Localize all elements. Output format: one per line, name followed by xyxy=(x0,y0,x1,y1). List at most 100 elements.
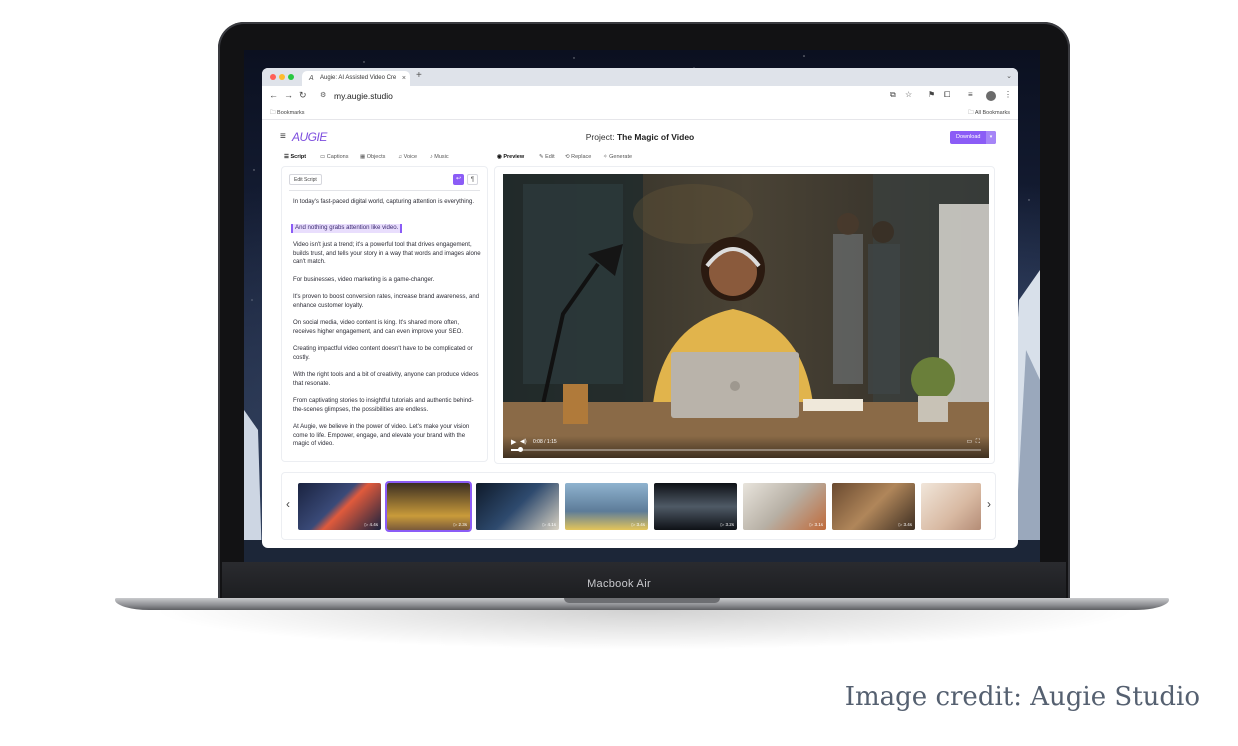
timeline-next-chevron-icon[interactable]: › xyxy=(987,497,991,511)
back-arrow-icon[interactable]: ← xyxy=(269,90,278,100)
scene-thumbnail[interactable]: ▷ 4.1s xyxy=(476,483,559,530)
tab-replace[interactable]: ⟲ Replace xyxy=(565,154,591,160)
browser-tab[interactable]: A Augie: AI Assisted Video Cre × xyxy=(302,71,410,86)
scene-thumbnail[interactable]: ▷ 3.2s xyxy=(654,483,737,530)
tab-title: Augie: AI Assisted Video Cre xyxy=(320,75,397,81)
all-bookmarks-label: All Bookmarks xyxy=(974,110,1010,116)
scene-thumbnail[interactable]: ▷ 2.3s xyxy=(385,481,472,532)
thumbnail-duration: ▷ 3.4s xyxy=(898,522,912,527)
project-title: Project: The Magic of Video xyxy=(262,132,1018,142)
device-label: Macbook Air xyxy=(587,578,651,590)
tab-edit-label: Edit xyxy=(545,154,555,160)
tab-script-label: Script xyxy=(290,154,307,160)
tab-voice-label: Voice xyxy=(403,154,418,160)
tab-generate[interactable]: ✧ Generate xyxy=(603,154,632,160)
tab-objects-label: Objects xyxy=(366,154,386,160)
augie-favicon-icon: A xyxy=(309,75,314,82)
scene-timeline: ‹ ▷ 4.4s ▷ 2.3s ▷ 4.1s ▷ 3.4s ▷ 3.2s ▷ 3.1s ▷ … xyxy=(281,472,996,540)
edit-script-button[interactable]: Edit Script xyxy=(289,174,322,185)
preview-panel: ▶ ◀) 0:08 / 1:15 ▭ ⛶ xyxy=(494,166,995,464)
tab-music-label: Music xyxy=(434,154,449,160)
tab-preview[interactable]: ◉ Preview xyxy=(497,154,524,160)
script-paragraph[interactable]: On social media, video content is king. … xyxy=(293,319,481,336)
script-paragraph[interactable]: With the right tools and a bit of creati… xyxy=(293,371,481,388)
download-dropdown-chevron-icon[interactable]: ▾ xyxy=(986,131,996,144)
close-window-button[interactable] xyxy=(270,74,276,80)
tab-edit[interactable]: ✎ Edit xyxy=(539,154,555,160)
install-app-icon[interactable]: ⧉ xyxy=(890,90,896,100)
script-paragraph[interactable]: At Augie, we believe in the power of vid… xyxy=(293,423,481,449)
site-settings-icon[interactable]: ⚙ xyxy=(320,89,326,103)
extension-flag-icon[interactable]: ⚑ xyxy=(928,90,935,99)
tab-strip: A Augie: AI Assisted Video Cre × + ⌄ xyxy=(262,68,1018,86)
thumbnail-duration: ▷ 3.2s xyxy=(720,522,734,527)
extensions-puzzle-icon[interactable]: ⧠ xyxy=(944,90,950,100)
volume-icon[interactable]: ◀) xyxy=(520,438,527,445)
video-controls: ▶ ◀) 0:08 / 1:15 ▭ ⛶ xyxy=(503,436,989,458)
tab-replace-label: Replace xyxy=(571,154,592,160)
video-frame-image xyxy=(503,174,989,458)
tab-search-chevron-icon[interactable]: ⌄ xyxy=(1006,72,1012,80)
browser-window: A Augie: AI Assisted Video Cre × + ⌄ ← →… xyxy=(262,68,1018,548)
paragraph-mark-icon[interactable]: ¶ xyxy=(467,174,478,185)
video-time: 0:08 / 1:15 xyxy=(533,439,557,445)
tab-preview-label: Preview xyxy=(503,154,525,160)
scene-thumbnail[interactable] xyxy=(921,483,981,530)
video-scrubber-handle[interactable] xyxy=(517,447,523,452)
all-bookmarks-folder[interactable]: 🗀 All Bookmarks xyxy=(968,106,1010,120)
tab-voice[interactable]: ♫ Voice xyxy=(398,154,417,160)
scene-thumbnail[interactable]: ▷ 3.1s xyxy=(743,483,826,530)
tab-generate-label: Generate xyxy=(609,154,633,160)
browser-toolbar: ← → ↻ ⚙ my.augie.studio ⧉ ☆ ⚑ ⧠ ≡ ⋮ xyxy=(262,86,1018,106)
thumbnail-duration: ▷ 3.1s xyxy=(809,522,823,527)
download-label: Download xyxy=(956,134,981,140)
script-paragraph[interactable]: In today's fast-paced digital world, cap… xyxy=(293,198,481,207)
script-paragraph[interactable]: Creating impactful video content doesn't… xyxy=(293,345,481,362)
script-divider xyxy=(289,190,480,191)
tab-close-icon[interactable]: × xyxy=(402,71,406,86)
bookmarks-label: Bookmarks xyxy=(277,110,305,116)
url-text: my.augie.studio xyxy=(334,91,393,101)
bookmarks-folder[interactable]: 🗀 Bookmarks xyxy=(270,106,305,120)
video-player[interactable]: ▶ ◀) 0:08 / 1:15 ▭ ⛶ xyxy=(503,174,989,458)
new-tab-button[interactable]: + xyxy=(416,70,422,81)
app-header: ≡ AUGIE Project: The Magic of Video Down… xyxy=(262,120,1018,154)
project-prefix: Project: xyxy=(585,132,615,142)
tab-captions-label: Captions xyxy=(326,154,349,160)
tab-music[interactable]: ♪ Music xyxy=(430,154,449,160)
tab-script[interactable]: ☰ Script xyxy=(284,154,306,160)
tab-objects[interactable]: ▦ Objects xyxy=(360,154,385,160)
undo-icon[interactable]: ↩ xyxy=(453,174,464,185)
minimize-window-button[interactable] xyxy=(279,74,285,80)
thumbnail-duration: ▷ 3.4s xyxy=(631,522,645,527)
bookmark-star-icon[interactable]: ☆ xyxy=(905,90,912,99)
script-paragraph-highlighted[interactable]: And nothing grabs attention like video. xyxy=(291,224,403,233)
script-panel: Edit Script ↩ ¶ In today's fast-paced di… xyxy=(281,166,488,462)
play-icon[interactable]: ▶ xyxy=(511,438,516,446)
timeline-prev-chevron-icon[interactable]: ‹ xyxy=(286,497,290,511)
script-paragraph[interactable]: For businesses, video marketing is a gam… xyxy=(293,276,481,285)
address-bar[interactable]: ⚙ my.augie.studio xyxy=(314,89,910,103)
laptop-shadow xyxy=(150,610,1140,650)
bookmarks-bar: 🗀 Bookmarks 🗀 All Bookmarks xyxy=(262,106,1018,120)
image-credit: Image credit: Augie Studio xyxy=(844,682,1200,712)
video-scrubber[interactable] xyxy=(511,447,981,452)
project-name: The Magic of Video xyxy=(616,132,695,142)
media-controls-icon[interactable]: ≡ xyxy=(968,90,973,99)
reload-icon[interactable]: ↻ xyxy=(299,90,307,101)
scene-thumbnail[interactable]: ▷ 4.4s xyxy=(298,483,381,530)
more-menu-icon[interactable]: ⋮ xyxy=(1004,90,1012,99)
fullscreen-icon[interactable]: ▭ ⛶ xyxy=(966,438,981,446)
laptop-base-notch xyxy=(564,598,720,603)
thumbnail-duration: ▷ 4.4s xyxy=(364,522,378,527)
tab-captions[interactable]: ▭ Captions xyxy=(320,154,348,160)
profile-avatar[interactable] xyxy=(986,91,996,101)
forward-arrow-icon[interactable]: → xyxy=(284,90,293,100)
download-button[interactable]: Download ▾ xyxy=(950,131,996,144)
scene-thumbnail[interactable]: ▷ 3.4s xyxy=(565,483,648,530)
scene-thumbnail[interactable]: ▷ 3.4s xyxy=(832,483,915,530)
script-paragraph[interactable]: Video isn't just a trend; it's a powerfu… xyxy=(293,241,481,267)
script-paragraph[interactable]: It's proven to boost conversion rates, i… xyxy=(293,293,481,310)
maximize-window-button[interactable] xyxy=(288,74,294,80)
script-paragraph[interactable]: From captivating stories to insightful t… xyxy=(293,397,481,414)
